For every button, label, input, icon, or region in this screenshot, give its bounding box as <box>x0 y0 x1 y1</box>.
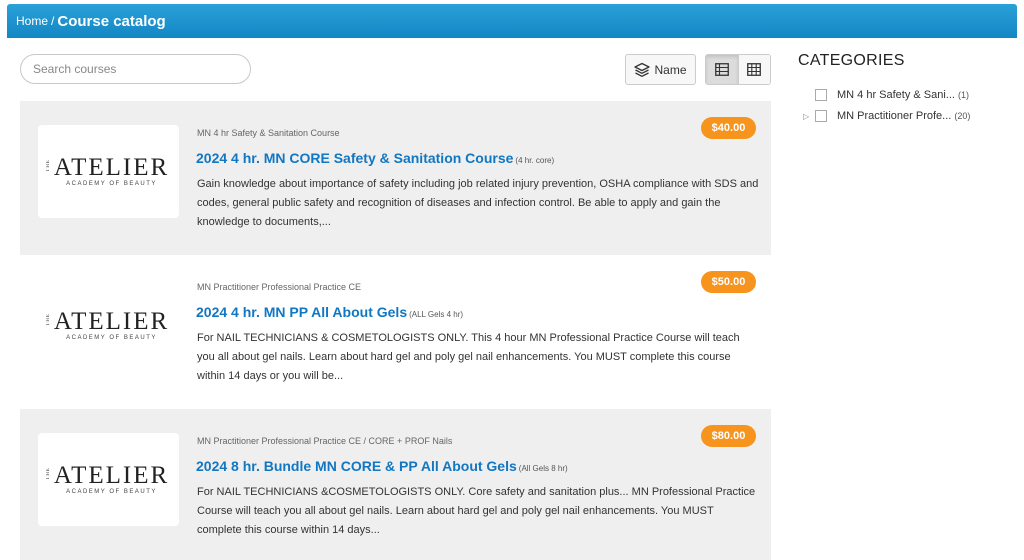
atelier-logo: THE ATELIER ACADEMY OF BEAUTY <box>45 462 172 495</box>
grid-view-icon <box>747 63 762 76</box>
logo-the: THE <box>45 159 51 172</box>
course-title-link[interactable]: 2024 4 hr. MN PP All About Gels (ALL Gels… <box>196 304 463 320</box>
course-title: 2024 4 hr. MN CORE Safety & Sanitation C… <box>196 150 514 166</box>
list-view-icon <box>714 63 729 76</box>
logo-the: THE <box>45 313 51 326</box>
breadcrumb-home-link[interactable]: Home <box>16 14 48 28</box>
logo-subtitle: ACADEMY OF BEAUTY <box>66 489 157 495</box>
category-label[interactable]: MN Practitioner Profe... <box>837 110 951 122</box>
course-item: THE ATELIER ACADEMY OF BEAUTY MN Practit… <box>20 409 771 560</box>
categories-heading: CATEGORIES <box>798 52 905 69</box>
course-category: MN Practitioner Professional Practice CE <box>197 282 362 292</box>
course-logo[interactable]: THE ATELIER ACADEMY OF BEAUTY <box>38 125 179 218</box>
course-description: For NAIL TECHNICIANS & COSMETOLOGISTS ON… <box>197 332 740 382</box>
course-title: 2024 4 hr. MN PP All About Gels <box>196 304 408 320</box>
category-item: ▷ MN Practitioner Profe... (20) <box>803 110 970 122</box>
category-label[interactable]: MN 4 hr Safety & Sani... <box>837 89 955 101</box>
list-view-button[interactable] <box>706 55 738 84</box>
breadcrumb-separator: / <box>51 14 55 28</box>
category-count: (1) <box>958 90 969 100</box>
course-title-link[interactable]: 2024 8 hr. Bundle MN CORE & PP All About… <box>196 458 568 474</box>
course-category: MN 4 hr Safety & Sanitation Course <box>197 128 340 138</box>
course-title-link[interactable]: 2024 4 hr. MN CORE Safety & Sanitation C… <box>196 150 554 166</box>
expand-triangle-icon[interactable]: ▷ <box>803 112 815 121</box>
category-checkbox[interactable] <box>815 89 827 101</box>
course-description: For NAIL TECHNICIANS &COSMETOLOGISTS ONL… <box>197 486 756 536</box>
price-badge: $80.00 <box>701 425 756 447</box>
price-badge: $50.00 <box>701 271 756 293</box>
atelier-logo: THE ATELIER ACADEMY OF BEAUTY <box>45 308 172 341</box>
grid-view-button[interactable] <box>737 55 770 84</box>
course-logo[interactable]: THE ATELIER ACADEMY OF BEAUTY <box>38 433 179 526</box>
search-input[interactable] <box>20 54 251 84</box>
sort-button-label: Name <box>654 62 687 77</box>
layers-icon <box>634 62 651 77</box>
logo-subtitle: ACADEMY OF BEAUTY <box>66 181 157 187</box>
page-title: Course catalog <box>57 12 166 30</box>
category-count: (20) <box>954 111 971 121</box>
course-logo[interactable]: THE ATELIER ACADEMY OF BEAUTY <box>38 279 179 372</box>
category-item: MN 4 hr Safety & Sani... (1) <box>803 89 969 101</box>
view-toggle <box>705 54 771 85</box>
course-tag: (ALL Gels 4 hr) <box>409 310 464 319</box>
logo-subtitle: ACADEMY OF BEAUTY <box>66 335 157 341</box>
page-header: Home / Course catalog <box>7 4 1017 38</box>
logo-main-text: ATELIER <box>53 154 170 181</box>
logo-main-text: ATELIER <box>53 308 170 335</box>
sort-by-name-button[interactable]: Name <box>625 54 696 85</box>
course-tag: (All Gels 8 hr) <box>518 464 568 473</box>
course-title: 2024 8 hr. Bundle MN CORE & PP All About… <box>196 458 517 474</box>
course-item: THE ATELIER ACADEMY OF BEAUTY MN 4 hr Sa… <box>20 101 771 255</box>
logo-the: THE <box>45 467 51 480</box>
category-checkbox[interactable] <box>815 110 827 122</box>
course-description: Gain knowledge about importance of safet… <box>197 178 759 228</box>
course-category: MN Practitioner Professional Practice CE… <box>197 436 453 446</box>
price-badge: $40.00 <box>701 117 756 139</box>
course-item: THE ATELIER ACADEMY OF BEAUTY MN Practit… <box>20 255 771 409</box>
logo-main-text: ATELIER <box>53 462 170 489</box>
atelier-logo: THE ATELIER ACADEMY OF BEAUTY <box>45 154 172 187</box>
course-tag: (4 hr. core) <box>515 156 555 165</box>
